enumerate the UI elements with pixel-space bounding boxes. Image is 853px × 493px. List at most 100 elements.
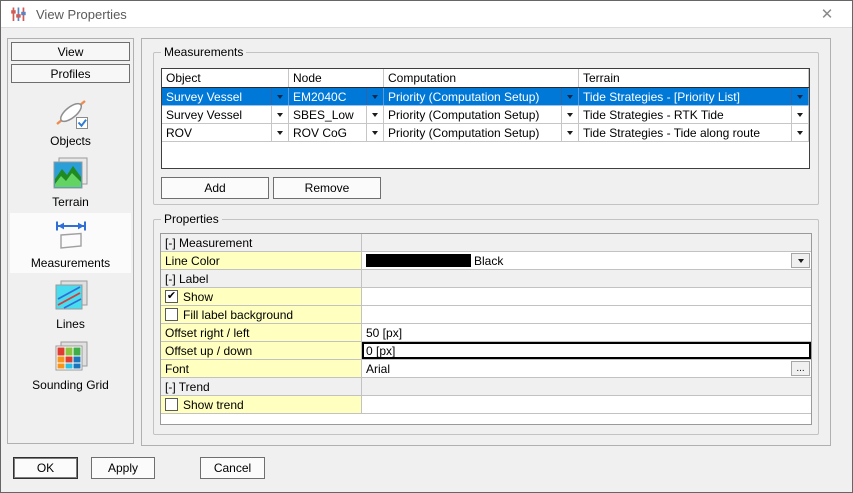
cell-computation[interactable]: Priority (Computation Setup) <box>384 88 579 105</box>
dropdown-button[interactable] <box>791 88 808 105</box>
measurements-group-label: Measurements <box>161 45 246 59</box>
chevron-down-icon <box>372 95 378 102</box>
dropdown-button[interactable] <box>791 106 808 123</box>
property-label[interactable]: [-] Label <box>161 270 362 287</box>
color-swatch <box>366 254 471 267</box>
objects-icon <box>51 94 91 132</box>
remove-button[interactable]: Remove <box>273 177 381 199</box>
sliders-icon <box>10 6 27 23</box>
cell-object[interactable]: Survey Vessel <box>162 106 289 123</box>
main-panel: Measurements ObjectNodeComputationTerrai… <box>141 38 831 446</box>
table-header: ObjectNodeComputationTerrain <box>162 69 809 88</box>
sidebar-item-lines[interactable]: Lines <box>10 274 131 334</box>
chevron-down-icon <box>797 131 803 138</box>
measurements-icon <box>52 216 90 254</box>
column-header-terrain[interactable]: Terrain <box>579 69 809 87</box>
chevron-down-icon <box>798 259 804 266</box>
close-icon[interactable]: ✕ <box>810 1 844 27</box>
sidebar-item-label: Lines <box>56 317 85 331</box>
chevron-down-icon <box>372 131 378 138</box>
property-label: Fill label background <box>161 306 362 323</box>
show-checkbox[interactable]: ✔ <box>165 290 178 303</box>
cell-node[interactable]: EM2040C <box>289 88 384 105</box>
chevron-down-icon <box>277 131 283 138</box>
cell-object-value: ROV <box>162 126 271 140</box>
value-text: 50 [px] <box>366 326 402 340</box>
cell-node-value: ROV CoG <box>289 126 366 140</box>
table-body: Survey VesselEM2040CPriority (Computatio… <box>162 88 809 142</box>
property-value[interactable] <box>362 288 811 305</box>
property-label: Offset right / left <box>161 324 362 341</box>
dropdown-button[interactable] <box>366 124 383 141</box>
ok-button[interactable]: OK <box>13 457 78 479</box>
apply-button[interactable]: Apply <box>91 457 155 479</box>
measurements-groupbox: Measurements ObjectNodeComputationTerrai… <box>153 52 819 205</box>
property-label[interactable]: [-] Measurement <box>161 234 362 251</box>
chevron-down-icon <box>277 95 283 102</box>
checkbox-label: Fill label background <box>183 308 293 322</box>
property-value[interactable] <box>362 306 811 323</box>
property-value[interactable] <box>362 396 811 413</box>
color-name: Black <box>474 254 503 268</box>
sidebar-item-terrain[interactable]: Terrain <box>10 152 131 212</box>
color-dropdown-button[interactable] <box>791 253 810 268</box>
table-buttons: Add Remove <box>161 177 381 199</box>
add-button[interactable]: Add <box>161 177 269 199</box>
show-trend-checkbox[interactable] <box>165 398 178 411</box>
view-properties-dialog: View Properties ✕ View Profiles Objects T… <box>0 0 853 493</box>
cell-terrain[interactable]: Tide Strategies - [Priority List] <box>579 88 809 105</box>
dropdown-button[interactable] <box>271 124 288 141</box>
property-row-show: ✔Show <box>161 288 811 306</box>
cell-computation[interactable]: Priority (Computation Setup) <box>384 124 579 141</box>
cancel-button[interactable]: Cancel <box>200 457 265 479</box>
window-title: View Properties <box>36 7 127 22</box>
checkbox-label: Show trend <box>183 398 244 412</box>
dropdown-button[interactable] <box>271 88 288 105</box>
dropdown-button[interactable] <box>791 124 808 141</box>
column-header-object[interactable]: Object <box>162 69 289 87</box>
table-row[interactable]: Survey VesselSBES_LowPriority (Computati… <box>162 106 809 124</box>
sidebar-item-objects[interactable]: Objects <box>10 91 131 151</box>
cell-terrain[interactable]: Tide Strategies - RTK Tide <box>579 106 809 123</box>
dropdown-button[interactable] <box>561 88 578 105</box>
tab-view[interactable]: View <box>11 42 130 61</box>
cell-object[interactable]: Survey Vessel <box>162 88 289 105</box>
chevron-down-icon <box>797 113 803 120</box>
cell-node[interactable]: SBES_Low <box>289 106 384 123</box>
chevron-down-icon <box>277 113 283 120</box>
property-value[interactable]: 0 [px] <box>362 342 811 359</box>
sidebar-item-measurements[interactable]: Measurements <box>10 213 131 273</box>
dropdown-button[interactable] <box>366 106 383 123</box>
sidebar-item-label: Objects <box>50 134 91 148</box>
cell-terrain[interactable]: Tide Strategies - Tide along route <box>579 124 809 141</box>
dropdown-button[interactable] <box>271 106 288 123</box>
cell-computation-value: Priority (Computation Setup) <box>384 90 561 104</box>
cell-object-value: Survey Vessel <box>162 90 271 104</box>
column-header-node[interactable]: Node <box>289 69 384 87</box>
property-label: ✔Show <box>161 288 362 305</box>
chevron-down-icon <box>567 131 573 138</box>
property-label: Offset up / down <box>161 342 362 359</box>
dropdown-button[interactable] <box>561 124 578 141</box>
terrain-icon <box>51 155 91 193</box>
tab-profiles[interactable]: Profiles <box>11 64 130 83</box>
property-category-row: [-] Label <box>161 270 811 288</box>
table-row[interactable]: ROV ROV CoG Priority (Computation Setup)Ti… <box>162 124 809 142</box>
cell-object[interactable]: ROV <box>162 124 289 141</box>
property-value[interactable]: Black <box>362 252 811 269</box>
value-text: Arial <box>366 362 390 376</box>
cell-computation[interactable]: Priority (Computation Setup) <box>384 106 579 123</box>
fill-label-background-checkbox[interactable] <box>165 308 178 321</box>
dropdown-button[interactable] <box>561 106 578 123</box>
ellipsis-button[interactable]: ... <box>791 361 810 376</box>
property-label[interactable]: [-] Trend <box>161 378 362 395</box>
property-value[interactable]: Arial... <box>362 360 811 377</box>
dropdown-button[interactable] <box>366 88 383 105</box>
property-value[interactable]: 50 [px] <box>362 324 811 341</box>
sidebar-item-sounding-grid[interactable]: Sounding Grid <box>10 335 131 395</box>
cell-node-value: EM2040C <box>289 90 366 104</box>
column-header-computation[interactable]: Computation <box>384 69 579 87</box>
table-row[interactable]: Survey Vessel EM2040C Priority (Computatio… <box>162 88 809 106</box>
cell-node[interactable]: ROV CoG <box>289 124 384 141</box>
property-category-row: [-] Measurement <box>161 234 811 252</box>
